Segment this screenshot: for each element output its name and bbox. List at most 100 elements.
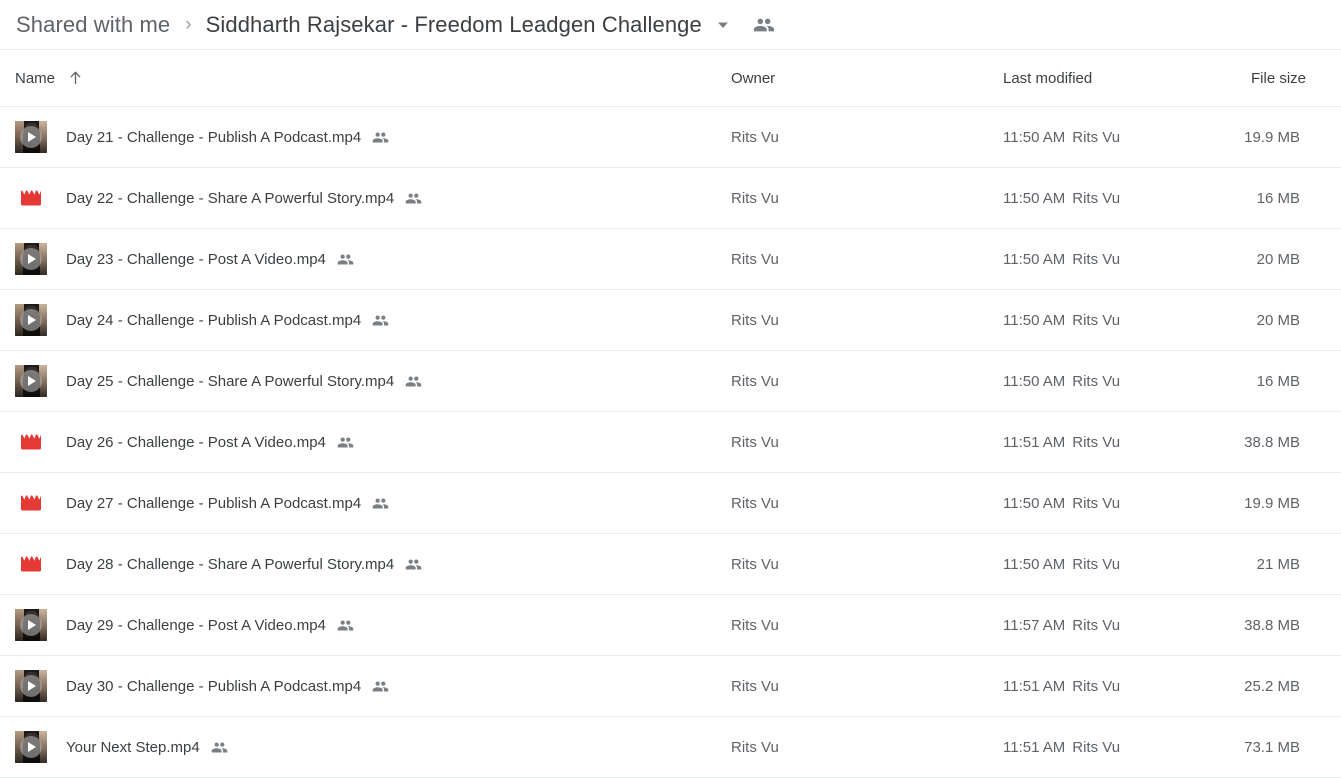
file-row[interactable]: Day 22 - Challenge - Share A Powerful St… bbox=[0, 168, 1341, 229]
file-modified-by: Rits Vu bbox=[1072, 677, 1121, 695]
file-name-cell[interactable]: Day 22 - Challenge - Share A Powerful St… bbox=[15, 168, 422, 228]
file-modified-by: Rits Vu bbox=[1072, 494, 1121, 512]
video-thumbnail-icon bbox=[15, 609, 47, 641]
file-name-cell[interactable]: Day 30 - Challenge - Publish A Podcast.m… bbox=[15, 656, 389, 716]
file-owner-cell: Rits Vu bbox=[731, 189, 779, 207]
file-name-label: Your Next Step.mp4 bbox=[66, 738, 200, 756]
chevron-down-icon[interactable] bbox=[715, 17, 731, 33]
file-name-cell[interactable]: Day 26 - Challenge - Post A Video.mp4 bbox=[15, 412, 354, 472]
file-size-cell: 38.8 MB bbox=[1244, 616, 1300, 634]
file-name-label: Day 26 - Challenge - Post A Video.mp4 bbox=[66, 433, 326, 451]
file-modified-time: 11:51 AM bbox=[1003, 677, 1066, 695]
file-modified-time: 11:50 AM bbox=[1003, 494, 1066, 512]
file-size-cell: 73.1 MB bbox=[1244, 738, 1300, 756]
file-modified-by: Rits Vu bbox=[1072, 311, 1121, 329]
file-modified-by: Rits Vu bbox=[1072, 433, 1121, 451]
file-size-cell: 21 MB bbox=[1256, 555, 1300, 573]
file-name-cell[interactable]: Day 28 - Challenge - Share A Powerful St… bbox=[15, 534, 422, 594]
file-name-label: Day 28 - Challenge - Share A Powerful St… bbox=[66, 555, 395, 573]
file-name-cell[interactable]: Day 24 - Challenge - Publish A Podcast.m… bbox=[15, 290, 389, 350]
file-name-label: Day 23 - Challenge - Post A Video.mp4 bbox=[66, 250, 326, 268]
file-size-cell: 20 MB bbox=[1256, 311, 1300, 329]
file-last-modified-cell: 11:51 AM Rits Vu bbox=[1003, 656, 1120, 716]
breadcrumb-separator-icon: › bbox=[185, 14, 192, 35]
file-modified-time: 11:57 AM bbox=[1003, 616, 1066, 634]
file-modified-time: 11:50 AM bbox=[1003, 311, 1066, 329]
file-owner-cell: Rits Vu bbox=[731, 250, 779, 268]
file-last-modified-cell: 11:50 AM Rits Vu bbox=[1003, 168, 1120, 228]
file-last-modified-cell: 11:57 AM Rits Vu bbox=[1003, 595, 1120, 655]
file-row[interactable]: Day 24 - Challenge - Publish A Podcast.m… bbox=[0, 290, 1341, 351]
file-name-label: Day 27 - Challenge - Publish A Podcast.m… bbox=[66, 494, 362, 512]
file-last-modified-cell: 11:50 AM Rits Vu bbox=[1003, 534, 1120, 594]
file-modified-by: Rits Vu bbox=[1072, 189, 1121, 207]
file-name-label: Day 29 - Challenge - Post A Video.mp4 bbox=[66, 616, 326, 634]
file-owner-cell: Rits Vu bbox=[731, 311, 779, 329]
file-modified-time: 11:50 AM bbox=[1003, 128, 1066, 146]
file-owner-cell: Rits Vu bbox=[731, 738, 779, 756]
people-shared-icon bbox=[372, 495, 389, 512]
file-size-cell: 16 MB bbox=[1256, 372, 1300, 390]
people-shared-icon bbox=[405, 373, 422, 390]
file-row[interactable]: Day 25 - Challenge - Share A Powerful St… bbox=[0, 351, 1341, 412]
video-thumbnail-icon bbox=[15, 243, 47, 275]
file-name-cell[interactable]: Day 23 - Challenge - Post A Video.mp4 bbox=[15, 229, 354, 289]
people-shared-icon bbox=[337, 617, 354, 634]
file-row[interactable]: Day 26 - Challenge - Post A Video.mp4 Rit… bbox=[0, 412, 1341, 473]
file-last-modified-cell: 11:51 AM Rits Vu bbox=[1003, 717, 1120, 777]
column-header-owner[interactable]: Owner bbox=[731, 50, 775, 106]
file-name-cell[interactable]: Day 27 - Challenge - Publish A Podcast.m… bbox=[15, 473, 389, 533]
file-last-modified-cell: 11:51 AM Rits Vu bbox=[1003, 412, 1120, 472]
column-header-name-label: Name bbox=[15, 69, 56, 87]
file-modified-time: 11:51 AM bbox=[1003, 433, 1066, 451]
file-row[interactable]: Day 23 - Challenge - Post A Video.mp4 Rit… bbox=[0, 229, 1341, 290]
file-modified-by: Rits Vu bbox=[1072, 738, 1121, 756]
video-thumbnail-icon bbox=[15, 121, 47, 153]
file-name-cell[interactable]: Day 29 - Challenge - Post A Video.mp4 bbox=[15, 595, 354, 655]
file-name-cell[interactable]: Your Next Step.mp4 bbox=[15, 717, 228, 777]
breadcrumb-bar: Shared with me › Siddharth Rajsekar - Fr… bbox=[0, 0, 1341, 50]
file-row[interactable]: Day 28 - Challenge - Share A Powerful St… bbox=[0, 534, 1341, 595]
file-size-cell: 19.9 MB bbox=[1244, 128, 1300, 146]
clapperboard-video-icon bbox=[15, 182, 47, 214]
breadcrumb-current-folder: Siddharth Rajsekar - Freedom Leadgen Cha… bbox=[205, 11, 702, 37]
clapperboard-video-icon bbox=[15, 548, 47, 580]
sort-ascending-arrow-icon[interactable] bbox=[68, 70, 83, 87]
people-shared-icon[interactable] bbox=[753, 14, 775, 36]
file-size-cell: 20 MB bbox=[1256, 250, 1300, 268]
file-row[interactable]: Day 30 - Challenge - Publish A Podcast.m… bbox=[0, 656, 1341, 717]
column-header-owner-label: Owner bbox=[731, 69, 776, 87]
file-last-modified-cell: 11:50 AM Rits Vu bbox=[1003, 229, 1120, 289]
file-name-cell[interactable]: Day 21 - Challenge - Publish A Podcast.m… bbox=[15, 107, 389, 167]
file-row[interactable]: Day 27 - Challenge - Publish A Podcast.m… bbox=[0, 473, 1341, 534]
column-header-file-size-label: File size bbox=[1251, 69, 1307, 87]
file-row[interactable]: Day 21 - Challenge - Publish A Podcast.m… bbox=[0, 107, 1341, 168]
file-modified-by: Rits Vu bbox=[1072, 128, 1121, 146]
clapperboard-video-icon bbox=[15, 487, 47, 519]
file-row[interactable]: Day 29 - Challenge - Post A Video.mp4 Rit… bbox=[0, 595, 1341, 656]
file-modified-time: 11:50 AM bbox=[1003, 250, 1066, 268]
column-header-last-modified[interactable]: Last modified bbox=[1003, 50, 1092, 106]
file-owner-cell: Rits Vu bbox=[731, 494, 779, 512]
file-last-modified-cell: 11:50 AM Rits Vu bbox=[1003, 473, 1120, 533]
file-size-cell: 19.9 MB bbox=[1244, 494, 1300, 512]
file-modified-by: Rits Vu bbox=[1072, 250, 1121, 268]
file-owner-cell: Rits Vu bbox=[731, 616, 779, 634]
column-header-name[interactable]: Name bbox=[15, 50, 83, 106]
column-header-file-size[interactable]: File size bbox=[1251, 50, 1306, 106]
file-name-label: Day 21 - Challenge - Publish A Podcast.m… bbox=[66, 128, 362, 146]
people-shared-icon bbox=[211, 739, 228, 756]
people-shared-icon bbox=[372, 312, 389, 329]
file-last-modified-cell: 11:50 AM Rits Vu bbox=[1003, 290, 1120, 350]
video-thumbnail-icon bbox=[15, 731, 47, 763]
file-modified-by: Rits Vu bbox=[1072, 555, 1121, 573]
video-thumbnail-icon bbox=[15, 304, 47, 336]
file-size-cell: 38.8 MB bbox=[1244, 433, 1300, 451]
file-last-modified-cell: 11:50 AM Rits Vu bbox=[1003, 107, 1120, 167]
file-name-cell[interactable]: Day 25 - Challenge - Share A Powerful St… bbox=[15, 351, 422, 411]
file-size-cell: 16 MB bbox=[1256, 189, 1300, 207]
video-thumbnail-icon bbox=[15, 365, 47, 397]
people-shared-icon bbox=[372, 678, 389, 695]
breadcrumb-parent-shared-with-me[interactable]: Shared with me bbox=[16, 12, 170, 38]
column-header-last-modified-label: Last modified bbox=[1003, 69, 1093, 87]
